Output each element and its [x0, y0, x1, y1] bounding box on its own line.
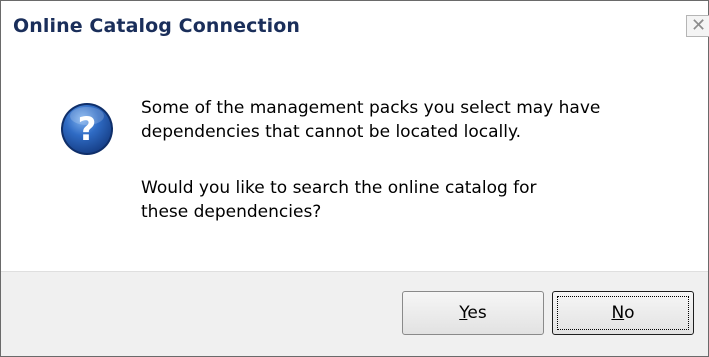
no-button-label: o [624, 303, 635, 323]
close-icon: ✕ [690, 15, 707, 36]
dialog-window: Online Catalog Connection ✕ ? Some of th… [0, 0, 709, 357]
close-button[interactable]: ✕ [686, 15, 709, 37]
no-button-mnemonic: N [611, 303, 625, 323]
message-area: ? Some of the management packs you selec… [1, 51, 708, 271]
question-icon: ? [61, 103, 113, 155]
window-title: Online Catalog Connection [13, 15, 301, 37]
title-bar: Online Catalog Connection ✕ [1, 1, 709, 51]
focus-rectangle: No [557, 296, 689, 330]
no-button[interactable]: No [552, 291, 694, 335]
message-line: these dependencies? [141, 202, 322, 222]
message-line: Some of the management packs you select … [141, 98, 601, 118]
button-bar: Yes No [1, 271, 708, 356]
message-line: dependencies that cannot be located loca… [141, 122, 522, 142]
yes-button[interactable]: Yes [402, 291, 544, 335]
svg-text:?: ? [78, 110, 97, 148]
message-paragraph-1: Some of the management packs you select … [141, 96, 600, 144]
message-line: Would you like to search the online cata… [141, 178, 537, 198]
message-paragraph-2: Would you like to search the online cata… [141, 176, 537, 224]
yes-button-label: es [467, 303, 487, 323]
